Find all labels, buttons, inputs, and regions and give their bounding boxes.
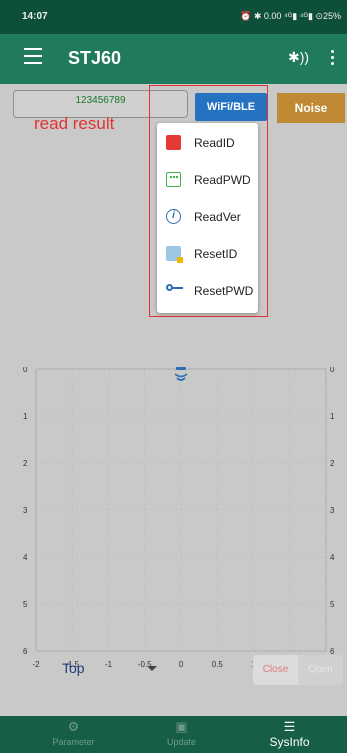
y-tick-label-left: 1 bbox=[23, 412, 28, 421]
noise-button[interactable]: Noise bbox=[277, 93, 345, 123]
position-chart: 00112233445566-2-1.5-1-0.500.511.52 bbox=[21, 367, 342, 684]
nav-item-update[interactable]: ▣ Update bbox=[124, 716, 239, 753]
update-icon: ▣ bbox=[175, 719, 188, 734]
menu-item-resetid[interactable]: ResetID bbox=[157, 236, 258, 272]
app-bar: STJ60 ✱)) bbox=[0, 34, 347, 84]
gear-icon: ⚙ bbox=[67, 719, 80, 734]
bluetooth-icon[interactable]: ✱)) bbox=[288, 49, 309, 66]
reset-id-icon bbox=[166, 246, 183, 263]
menu-item-readid[interactable]: ReadID bbox=[157, 125, 258, 161]
key-icon bbox=[166, 283, 183, 298]
status-time: 14:07 bbox=[22, 11, 48, 22]
y-tick-label-right: 0 bbox=[330, 367, 335, 374]
id-card-icon bbox=[166, 135, 181, 150]
open-button[interactable]: Open bbox=[298, 655, 343, 685]
app-title: STJ60 bbox=[68, 48, 122, 68]
menu-item-label: ReadID bbox=[194, 136, 235, 150]
nav-item-sysinfo[interactable]: ☰ SysInfo bbox=[232, 716, 347, 753]
status-bar: 14:07 ⏰ ✱ 0.00 ⁴ᴳ▮ ⁴ᴳ▮ ⊙25% bbox=[0, 0, 347, 34]
status-icons: ⏰ ✱ 0.00 ⁴ᴳ▮ ⁴ᴳ▮ ⊙25% bbox=[240, 11, 341, 21]
y-tick-label-left: 3 bbox=[23, 506, 28, 515]
password-dots-icon bbox=[166, 172, 181, 187]
nav-item-parameter[interactable]: ⚙ Parameter bbox=[16, 716, 131, 753]
y-tick-label-left: 4 bbox=[23, 553, 28, 562]
menu-item-readpwd[interactable]: ReadPWD bbox=[157, 162, 258, 198]
menu-item-label: ResetPWD bbox=[194, 284, 254, 298]
nav-item-label: SysInfo bbox=[269, 735, 310, 749]
sliders-icon: ☰ bbox=[283, 719, 296, 734]
position-select[interactable]: Top bbox=[62, 660, 85, 676]
menu-item-label: ReadPWD bbox=[194, 173, 251, 187]
y-tick-label-right: 2 bbox=[330, 459, 335, 468]
y-tick-label-right: 1 bbox=[330, 412, 335, 421]
y-tick-label-right: 4 bbox=[330, 553, 335, 562]
chevron-down-icon[interactable] bbox=[147, 666, 157, 671]
more-vert-icon[interactable] bbox=[331, 50, 335, 68]
chart-canvas: 00112233445566-2-1.5-1-0.500.511.52 bbox=[23, 367, 335, 669]
nav-item-label: Parameter bbox=[52, 737, 95, 747]
bottom-controls: Top Close Open bbox=[0, 655, 347, 685]
y-tick-label-right: 3 bbox=[330, 506, 335, 515]
menu-item-readver[interactable]: i ReadVer bbox=[157, 199, 258, 235]
hamburger-menu-icon[interactable] bbox=[24, 48, 44, 66]
read-result-annotation: read result bbox=[34, 114, 115, 133]
y-tick-label-left: 5 bbox=[23, 600, 28, 609]
y-tick-label-left: 2 bbox=[23, 459, 28, 468]
main-content: 123456789 read result WiFi/BLE Noise Rea… bbox=[0, 84, 347, 716]
info-icon: i bbox=[166, 209, 181, 224]
menu-item-resetpwd[interactable]: ResetPWD bbox=[157, 273, 258, 309]
menu-item-label: ResetID bbox=[194, 247, 238, 261]
menu-item-label: ReadVer bbox=[194, 210, 241, 224]
nav-item-label: Update bbox=[166, 737, 197, 747]
y-tick-label-left: 0 bbox=[23, 367, 28, 374]
wifi-signal-icon bbox=[174, 367, 188, 381]
bottom-navigation: ⚙ Parameter ▣ Update ☰ SysInfo bbox=[0, 716, 347, 753]
wifi-ble-dropdown-menu: ReadID ReadPWD i ReadVer ResetID ResetPW… bbox=[157, 123, 258, 313]
y-tick-label-right: 5 bbox=[330, 600, 335, 609]
close-button[interactable]: Close bbox=[253, 655, 298, 685]
